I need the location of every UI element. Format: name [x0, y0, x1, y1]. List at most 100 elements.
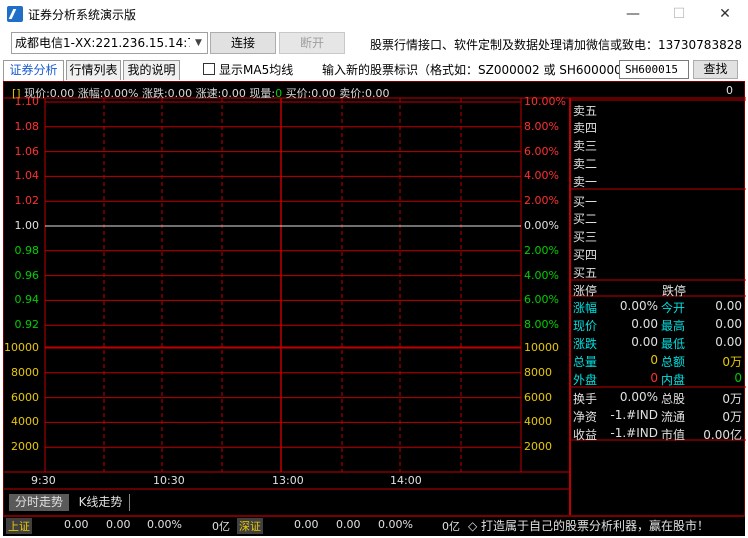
shanghai-index-label: 上证: [6, 518, 32, 534]
shanghai-index-change-pct: 0.00%: [147, 518, 182, 531]
info-change: 涨跌:0.00: [141, 87, 193, 100]
sell-1-label: 卖一: [573, 175, 598, 189]
volume-axis-label-left: 4000: [11, 415, 39, 429]
stat-earnings-value: -1.#IND: [610, 426, 658, 440]
stat-change-pct-label: 涨幅: [573, 301, 598, 315]
chart-panel: [] 现价:0.00 涨幅:0.00% 涨跌:0.00 涨速:0.00 现量:0…: [3, 81, 746, 516]
stat-high-value: 0.00: [715, 317, 742, 331]
shenzhen-index-label: 深证: [237, 518, 263, 534]
volume-axis-label-left: 8000: [11, 365, 39, 379]
time-axis-label: 14:00: [390, 474, 422, 487]
stat-low-label: 最低: [661, 337, 686, 351]
buy-5-label: 买五: [573, 266, 598, 280]
pct-axis-label: 4.00%: [524, 169, 559, 183]
stock-code-label: 输入新的股票标识（格式如：SZ000002 或 SH600000）：: [322, 63, 640, 77]
info-ask: 卖价:0.00: [339, 87, 390, 100]
quote-info-bar: [] 现价:0.00 涨幅:0.00% 涨跌:0.00 涨速:0.00 现量:0…: [12, 85, 389, 101]
window-title: 证券分析系统演示版: [28, 8, 137, 22]
shanghai-index-value: 0.00: [64, 518, 89, 531]
stat-turnover-label: 换手: [573, 392, 598, 406]
volume-axis-label-left: 6000: [11, 390, 39, 404]
shenzhen-index-amount: 0亿: [442, 520, 460, 533]
stat-volume-value: 0: [650, 353, 658, 367]
top-right-value: 0: [726, 84, 733, 97]
volume-axis-label-left: 2000: [11, 440, 39, 454]
ma5-checkbox[interactable]: [203, 63, 215, 75]
ma5-label: 显示MA5均线: [219, 63, 294, 77]
time-axis-label: 13:00: [272, 474, 304, 487]
stat-turnover-value: 0.00%: [619, 390, 658, 404]
price-axis-label: 1.08: [14, 119, 40, 133]
price-axis-label: 0.98: [14, 243, 40, 257]
minimize-button[interactable]: —: [610, 0, 656, 28]
volume-axis-label-right: 10000: [524, 341, 559, 354]
buy-3-label: 买三: [573, 230, 598, 244]
sell-5-label: 卖五: [573, 104, 598, 118]
volume-axis-label-right: 6000: [524, 390, 552, 404]
price-axis-label: 1.02: [14, 194, 40, 208]
tab-securities-analysis[interactable]: 证券分析: [3, 60, 64, 81]
stat-market-cap-label: 市值: [661, 428, 686, 442]
stat-now-value: 0.00: [631, 317, 658, 331]
search-button[interactable]: 查找: [693, 60, 738, 79]
stat-open-label: 今开: [661, 301, 686, 315]
contact-ad-text: 股票行情接口、软件定制及数据处理请加微信或致电：13730783828: [370, 38, 742, 52]
maximize-button[interactable]: ☐: [656, 0, 702, 28]
stock-code-input[interactable]: SH600015: [619, 60, 689, 79]
app-icon: [7, 6, 23, 22]
pct-axis-label: 2.00%: [524, 194, 559, 208]
stat-total-shares-value: 0万: [722, 392, 742, 406]
server-select[interactable]: 成都电信1-XX:221.236.15.14:77 ▼: [11, 32, 208, 54]
stat-change-label: 涨跌: [573, 337, 598, 351]
pct-axis-label: 0.00%: [524, 219, 559, 232]
tab-my-notes[interactable]: 我的说明: [123, 60, 180, 80]
info-volume-label: 现量:: [249, 87, 276, 100]
stat-market-cap-value: 0.00亿: [703, 428, 742, 442]
pct-axis-label: 4.00%: [524, 268, 559, 282]
stat-earnings-label: 收益: [573, 428, 598, 442]
volume-axis-label-right: 2000: [524, 440, 552, 454]
slogan-text: ◇ 打造属于自己的股票分析利器，赢在股市！: [468, 519, 710, 533]
disconnect-button[interactable]: 断开: [279, 32, 345, 54]
volume-axis-label-left: 10000: [4, 341, 39, 354]
time-axis-label: 9:30: [31, 474, 56, 487]
price-axis-label: 1.10: [14, 95, 40, 108]
time-axis-label: 10:30: [153, 474, 185, 487]
tab-kline-trend[interactable]: K线走势: [72, 494, 130, 511]
chevron-down-icon[interactable]: ▼: [190, 33, 207, 53]
stat-net-assets-label: 净资: [573, 410, 598, 424]
stat-inner-value: 0: [734, 371, 742, 385]
stat-high-label: 最高: [661, 319, 686, 333]
connect-button[interactable]: 连接: [210, 32, 276, 54]
sell-3-label: 卖三: [573, 139, 598, 153]
stat-amount-value: 0万: [722, 355, 742, 369]
buy-1-label: 买一: [573, 195, 598, 209]
limit-down-label: 跌停: [662, 284, 687, 298]
stat-volume-label: 总量: [573, 355, 598, 369]
info-bid: 买价:0.00: [285, 87, 336, 100]
sell-2-label: 卖二: [573, 157, 598, 171]
sell-4-label: 卖四: [573, 121, 598, 135]
tab-intraday-trend[interactable]: 分时走势: [9, 494, 69, 511]
stat-outer-value: 0: [650, 371, 658, 385]
pct-axis-label: 10.00%: [524, 95, 566, 108]
stat-outer-label: 外盘: [573, 373, 598, 387]
tab-quote-list[interactable]: 行情列表: [66, 60, 121, 80]
shanghai-index-change: 0.00: [106, 518, 131, 531]
buy-4-label: 买四: [573, 248, 598, 262]
stat-amount-label: 总额: [661, 355, 686, 369]
price-axis-label: 0.92: [14, 318, 40, 332]
pct-axis-label: 8.00%: [524, 119, 559, 133]
close-button[interactable]: ✕: [702, 0, 748, 28]
shenzhen-index-change-pct: 0.00%: [378, 518, 413, 531]
shenzhen-index-change: 0.00: [336, 518, 361, 531]
price-axis-label: 0.96: [14, 268, 40, 282]
price-axis-label: 1.00: [14, 219, 40, 232]
server-select-value: 成都电信1-XX:221.236.15.14:77: [15, 36, 203, 50]
shanghai-index-amount: 0亿: [212, 520, 230, 533]
stat-change-pct-value: 0.00%: [619, 299, 658, 313]
volume-axis-label-right: 8000: [524, 365, 552, 379]
pct-axis-label: 2.00%: [524, 243, 559, 257]
info-speed: 涨速:0.00: [195, 87, 246, 100]
pct-axis-label: 6.00%: [524, 144, 559, 158]
